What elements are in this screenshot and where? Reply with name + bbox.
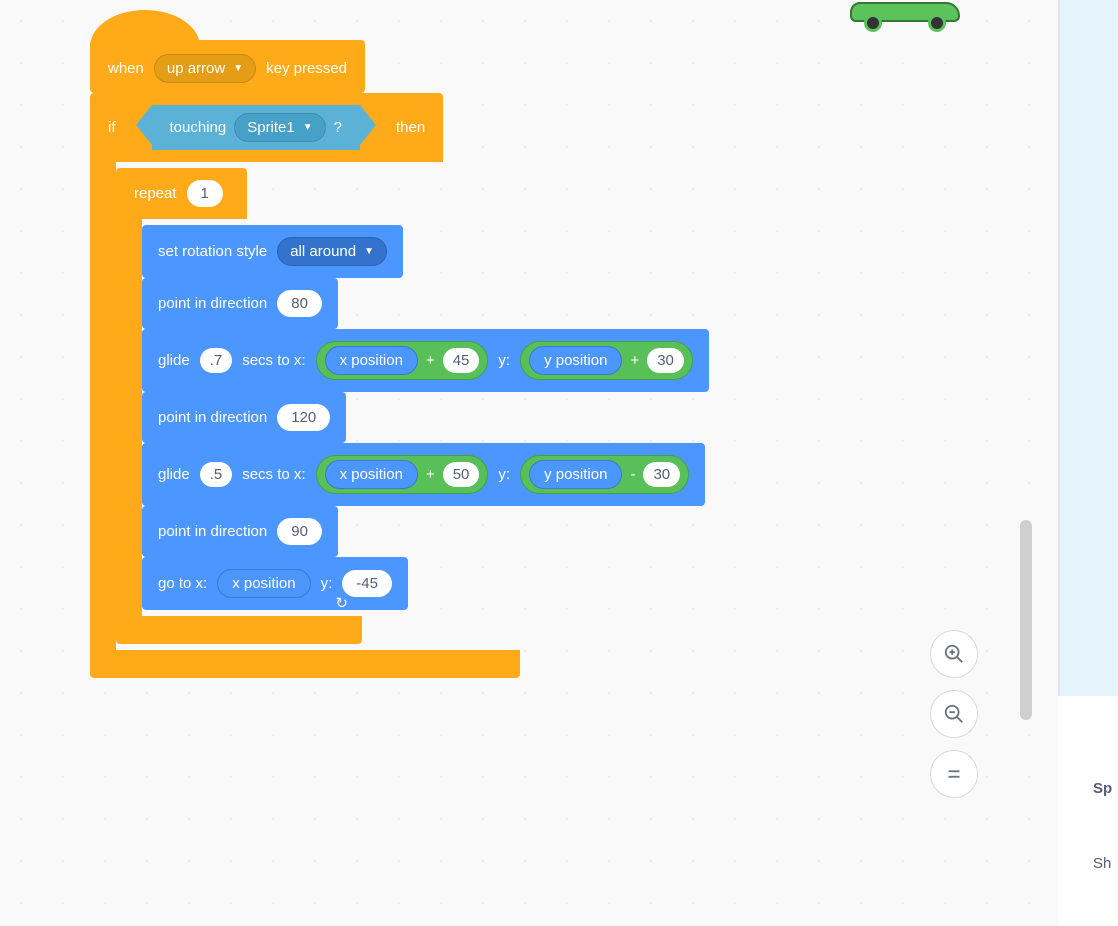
point-in-direction-block[interactable]: point in direction 80 [142, 278, 338, 329]
sprite-info-panel: Sp Sh [1058, 700, 1118, 926]
zoom-in-button[interactable] [930, 630, 978, 678]
sprite-preview-car [850, 0, 960, 30]
repeat-block[interactable]: repeat 1 set rotation style all around [116, 168, 709, 644]
touching-reporter[interactable]: touching Sprite1 ▼ ? [152, 105, 361, 150]
y-position-reporter[interactable]: y position [529, 460, 622, 489]
glide-secs-to-xy-block[interactable]: glide .5 secs to x: x position + 50 y: [142, 443, 705, 506]
operand-input[interactable]: 30 [643, 462, 680, 487]
touching-target-dropdown[interactable]: Sprite1 ▼ [234, 113, 325, 142]
y-position-reporter[interactable]: y position [529, 346, 622, 375]
set-rotation-style-block[interactable]: set rotation style all around ▼ [142, 225, 403, 278]
repeat-label: repeat [134, 185, 177, 202]
show-label-fragment: Sh [1093, 855, 1111, 872]
repeat-count-input[interactable]: 1 [187, 180, 223, 207]
if-block[interactable]: if touching Sprite1 ▼ ? then [90, 93, 709, 678]
x-position-reporter[interactable]: x position [325, 460, 418, 489]
direction-input[interactable]: 90 [277, 518, 322, 545]
zoom-in-icon [943, 643, 965, 665]
y-input[interactable]: -45 [342, 570, 392, 597]
chevron-down-icon: ▼ [364, 246, 374, 257]
go-to-xy-block[interactable]: go to x: x position y: -45 [142, 557, 408, 610]
point-in-direction-block[interactable]: point in direction 90 [142, 506, 338, 557]
equals-icon [943, 763, 965, 785]
zoom-reset-button[interactable] [930, 750, 978, 798]
glide-secs-to-xy-block[interactable]: glide .7 secs to x: x position + 45 y: [142, 329, 709, 392]
hat-when-key-pressed[interactable]: when up arrow ▼ key pressed [90, 40, 365, 93]
direction-input[interactable]: 120 [277, 404, 330, 431]
subtract-operator[interactable]: y position - 30 [520, 455, 689, 494]
glide-secs-input[interactable]: .5 [200, 462, 233, 487]
chevron-down-icon: ▼ [233, 63, 243, 74]
vertical-scrollbar[interactable] [1020, 520, 1032, 720]
stage-preview-panel [1058, 0, 1118, 700]
key-pressed-label: key pressed [266, 60, 347, 77]
sprite-label-fragment: Sp [1093, 780, 1112, 797]
add-operator[interactable]: y position + 30 [520, 341, 693, 380]
when-label: when [108, 60, 144, 77]
zoom-out-button[interactable] [930, 690, 978, 738]
add-operator[interactable]: x position + 45 [316, 341, 489, 380]
point-in-direction-block[interactable]: point in direction 120 [142, 392, 346, 443]
script-stack[interactable]: when up arrow ▼ key pressed if touching … [90, 10, 709, 678]
operand-input[interactable]: 45 [443, 348, 480, 373]
then-label: then [396, 119, 425, 136]
chevron-down-icon: ▼ [303, 122, 313, 133]
operand-input[interactable]: 30 [647, 348, 684, 373]
rotation-style-dropdown[interactable]: all around ▼ [277, 237, 387, 266]
x-position-reporter[interactable]: x position [325, 346, 418, 375]
zoom-out-icon [943, 703, 965, 725]
add-operator[interactable]: x position + 50 [316, 455, 489, 494]
direction-input[interactable]: 80 [277, 290, 322, 317]
if-label: if [108, 119, 116, 136]
loop-arrow-icon: ↻ [335, 594, 348, 612]
x-position-reporter[interactable]: x position [217, 569, 310, 598]
zoom-controls [930, 630, 978, 798]
code-workspace[interactable]: when up arrow ▼ key pressed if touching … [0, 0, 1040, 926]
operand-input[interactable]: 50 [443, 462, 480, 487]
key-dropdown[interactable]: up arrow ▼ [154, 54, 256, 83]
glide-secs-input[interactable]: .7 [200, 348, 233, 373]
